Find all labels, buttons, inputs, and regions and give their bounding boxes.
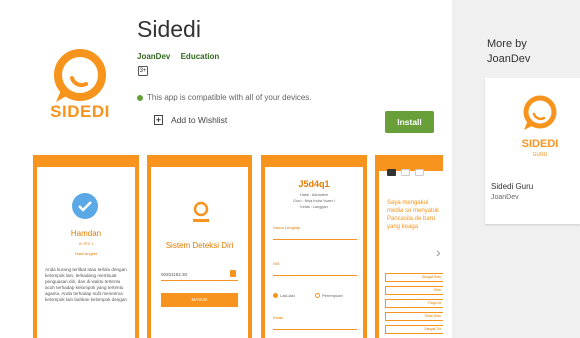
more-by-heading-line-1: More by (487, 38, 527, 50)
app-title: Sidedi (137, 16, 201, 42)
result-heading: Hasil Angket (74, 251, 98, 256)
nis-underline (273, 275, 357, 276)
answer-option: Sangat Tid (385, 325, 443, 334)
lock-icon (230, 270, 236, 277)
radio-empty-icon (315, 293, 320, 298)
app-meta: JoanDev Education (137, 52, 227, 61)
card-wordmark: SIDEDI (522, 138, 559, 150)
card-subword: GURU (533, 152, 548, 158)
session-info-1: Hafal : Adnadem (299, 193, 329, 197)
compatibility-note: This app is compatible with all of your … (137, 93, 312, 102)
class-label: Kelas (273, 315, 284, 320)
answer-option: Tidak Setu (385, 312, 443, 321)
more-by-heading: More by JoanDev (487, 37, 530, 67)
wishlist-button[interactable]: Add to Wishlist (154, 115, 227, 125)
student-class: XI IPS 1 (78, 241, 94, 246)
app-icon-wordmark: SIDEDI (50, 102, 110, 121)
question-text: Saya mengakui media so menyatuk Pancasil… (387, 200, 440, 230)
session-code: J5d4q1 (298, 179, 330, 189)
radio-male: Laki-laki (273, 293, 295, 298)
answer-option: Ragu-ra (385, 299, 443, 308)
speech-bubble-logo-icon (54, 49, 106, 102)
content-rating-badge: 3+ (138, 66, 148, 76)
full-name-label: Nama Lengkap (273, 225, 301, 230)
answer-option: Setu (385, 286, 443, 295)
screenshot-1[interactable]: Hamdan XI IPS 1 Hasil Angket Anda kurang… (33, 155, 139, 338)
next-question-icon (415, 169, 424, 176)
category-link[interactable]: Education (181, 52, 220, 61)
related-app-title: Sidedi Guru (491, 182, 534, 191)
phone-status-bar (33, 155, 139, 164)
compatibility-text: This app is compatible with all of your … (147, 93, 312, 102)
nis-label: NIS (273, 261, 280, 266)
related-app-card[interactable]: SIDEDI GURU Sidedi Guru JoanDev (485, 78, 580, 224)
developer-link[interactable]: JoanDev (137, 52, 170, 61)
radio-female-label: Perempuan (322, 293, 343, 298)
prev-question-icon (387, 169, 396, 176)
phone-status-bar (261, 155, 367, 164)
result-text: Anda kurang terlibat atau terlalu dengan… (45, 267, 127, 302)
login-title: Sistem Deteksi Diri (165, 241, 234, 250)
checkmark-circle-icon (72, 193, 98, 219)
more-by-developer-panel: More by JoanDev SIDEDI GURU Sidedi Guru … (452, 0, 580, 338)
login-code-field: 00201193.30 (161, 267, 238, 281)
app-detail-card: SIDEDI Sidedi JoanDev Education 3+ This … (0, 0, 452, 338)
related-app-developer: JoanDev (491, 194, 519, 201)
screenshot-4[interactable]: Saya mengakui media so menyatuk Pancasil… (375, 155, 443, 338)
session-info-3: Kelas : Langgan (300, 205, 328, 209)
full-name-underline (273, 239, 357, 240)
bookmark-plus-icon (154, 115, 163, 125)
install-button[interactable]: Install (385, 111, 434, 133)
screenshot-3[interactable]: J5d4q1 Hafal : Adnadem Guru : Nisa Indra… (261, 155, 367, 338)
screenshot-2-content: Sistem Deteksi Diri 00201193.30 MASUK (151, 167, 248, 338)
compatible-check-icon (137, 94, 143, 101)
login-button: MASUK (161, 293, 238, 307)
question-nav-icon (401, 169, 410, 176)
radio-selected-icon (273, 293, 278, 298)
sidedi-small-logo-icon (193, 201, 209, 222)
screenshot-3-content: J5d4q1 Hafal : Adnadem Guru : Nisa Indra… (265, 167, 363, 338)
chevron-right-icon[interactable]: › (436, 244, 441, 260)
screenshot-2[interactable]: Sistem Deteksi Diri 00201193.30 MASUK (147, 155, 252, 338)
answer-option: Sangat Setu (385, 273, 443, 282)
screenshot-1-content: Hamdan XI IPS 1 Hasil Angket Anda kurang… (37, 167, 135, 338)
radio-female: Perempuan (315, 293, 343, 298)
screenshot-carousel: Hamdan XI IPS 1 Hasil Angket Anda kurang… (33, 155, 443, 338)
radio-male-label: Laki-laki (280, 293, 295, 298)
phone-status-bar (147, 155, 252, 164)
app-icon: SIDEDI (40, 48, 120, 130)
more-by-heading-line-2[interactable]: JoanDev (487, 52, 530, 67)
class-underline (273, 329, 357, 330)
session-info-2: Guru : Nisa Indra Yuaer I (293, 199, 335, 203)
screenshot-4-content: Saya mengakui media so menyatuk Pancasil… (379, 155, 443, 338)
sidedi-guru-app-icon: SIDEDI GURU (522, 95, 559, 158)
student-name: Hamdan (70, 229, 102, 238)
wishlist-label: Add to Wishlist (171, 115, 228, 125)
login-code-value: 00201193.30 (161, 272, 187, 277)
